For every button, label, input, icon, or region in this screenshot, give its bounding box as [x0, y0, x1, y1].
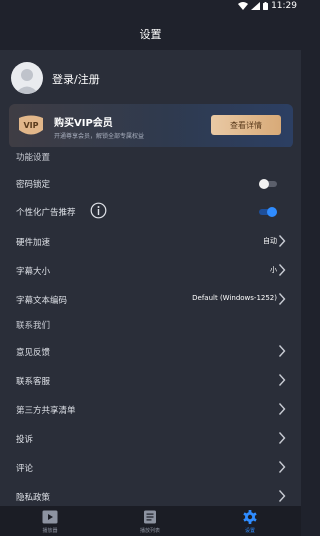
chevron-right-icon [278, 490, 286, 502]
privacy-policy-label: 隐私政策 [16, 493, 51, 503]
tab-label: 播放器 [42, 528, 58, 534]
battery-icon [263, 2, 269, 10]
tab-label: 设置 [244, 528, 255, 534]
subtitle-encoding-row[interactable]: 字幕文本编码 Default (Windows-1252) [0, 285, 301, 313]
privacy-policy-row[interactable]: 隐私政策 [0, 482, 301, 506]
chevron-right-icon [278, 235, 286, 247]
section-feature-settings: 功能设置 [0, 147, 301, 169]
complaint-label: 投诉 [16, 435, 34, 445]
review-row[interactable]: 评论 [0, 453, 301, 481]
chevron-right-icon [278, 461, 286, 473]
section-title: 功能设置 [16, 153, 51, 163]
vip-badge-icon: VIP [19, 115, 43, 135]
customer-service-row[interactable]: 联系客服 [0, 366, 301, 394]
review-label: 评论 [16, 464, 34, 474]
play-icon [42, 510, 58, 524]
tab-settings[interactable]: 设置 [200, 506, 300, 536]
tab-player[interactable]: 播放器 [0, 506, 100, 536]
tab-playlist[interactable]: 播放列表 [100, 506, 200, 536]
chevron-right-icon [278, 293, 286, 305]
list-icon [144, 510, 156, 524]
feedback-label: 意见反馈 [16, 348, 51, 358]
info-icon[interactable] [90, 202, 107, 219]
vip-badge-text: VIP [23, 121, 38, 130]
header: 设置 [0, 14, 301, 50]
personalized-ads-label: 个性化广告推荐 [16, 208, 76, 218]
section-contact-us: 联系我们 [0, 315, 301, 337]
avatar [11, 62, 43, 94]
vip-title: 购买VIP会员 [54, 118, 113, 129]
subtitle-encoding-value: Default (Windows-1252) [192, 294, 277, 302]
subtitle-size-row[interactable]: 字幕大小 小 [0, 256, 301, 284]
personalized-ads-row[interactable]: 个性化广告推荐 [0, 197, 301, 225]
wifi-icon [238, 2, 249, 10]
password-lock-label: 密码锁定 [16, 180, 51, 190]
chevron-right-icon [278, 403, 286, 415]
password-lock-row[interactable]: 密码锁定 [0, 169, 301, 197]
login-register-label: 登录/注册 [52, 73, 100, 86]
customer-service-label: 联系客服 [16, 377, 51, 387]
page-title: 设置 [139, 28, 162, 41]
feedback-row[interactable]: 意见反馈 [0, 337, 301, 365]
status-time: 11:29 [271, 1, 297, 11]
hardware-accel-value: 自动 [263, 237, 277, 245]
hardware-accel-label: 硬件加速 [16, 238, 51, 248]
subtitle-size-label: 字幕大小 [16, 267, 51, 277]
vip-banner[interactable]: VIP 购买VIP会员 开通尊享会员，解锁全部专属权益 查看详情 [9, 104, 293, 148]
password-lock-toggle[interactable] [257, 178, 279, 190]
chevron-right-icon [278, 264, 286, 276]
subtitle-encoding-label: 字幕文本编码 [16, 296, 68, 306]
subtitle-size-value: 小 [270, 266, 277, 274]
bottom-tab-bar: 播放器 播放列表 设置 [0, 506, 301, 536]
section-title: 联系我们 [16, 321, 51, 331]
personalized-ads-toggle[interactable] [257, 206, 279, 218]
settings-content: 登录/注册 VIP 购买VIP会员 开通尊享会员，解锁全部专属权益 查看详情 功… [0, 50, 301, 506]
gear-icon [243, 510, 257, 524]
third-party-sharing-label: 第三方共享清单 [16, 406, 76, 416]
user-silhouette-icon [15, 69, 39, 94]
signal-icon [251, 2, 261, 10]
complaint-row[interactable]: 投诉 [0, 424, 301, 452]
tab-label: 播放列表 [139, 528, 160, 534]
third-party-sharing-row[interactable]: 第三方共享清单 [0, 395, 301, 423]
profile-login-row[interactable]: 登录/注册 [0, 50, 301, 102]
status-bar: 11:29 [0, 0, 301, 14]
hardware-accel-row[interactable]: 硬件加速 自动 [0, 227, 301, 255]
vip-subtitle: 开通尊享会员，解锁全部专属权益 [54, 133, 145, 140]
chevron-right-icon [278, 345, 286, 357]
chevron-right-icon [278, 432, 286, 444]
vip-details-button[interactable]: 查看详情 [211, 115, 281, 135]
chevron-right-icon [278, 374, 286, 386]
